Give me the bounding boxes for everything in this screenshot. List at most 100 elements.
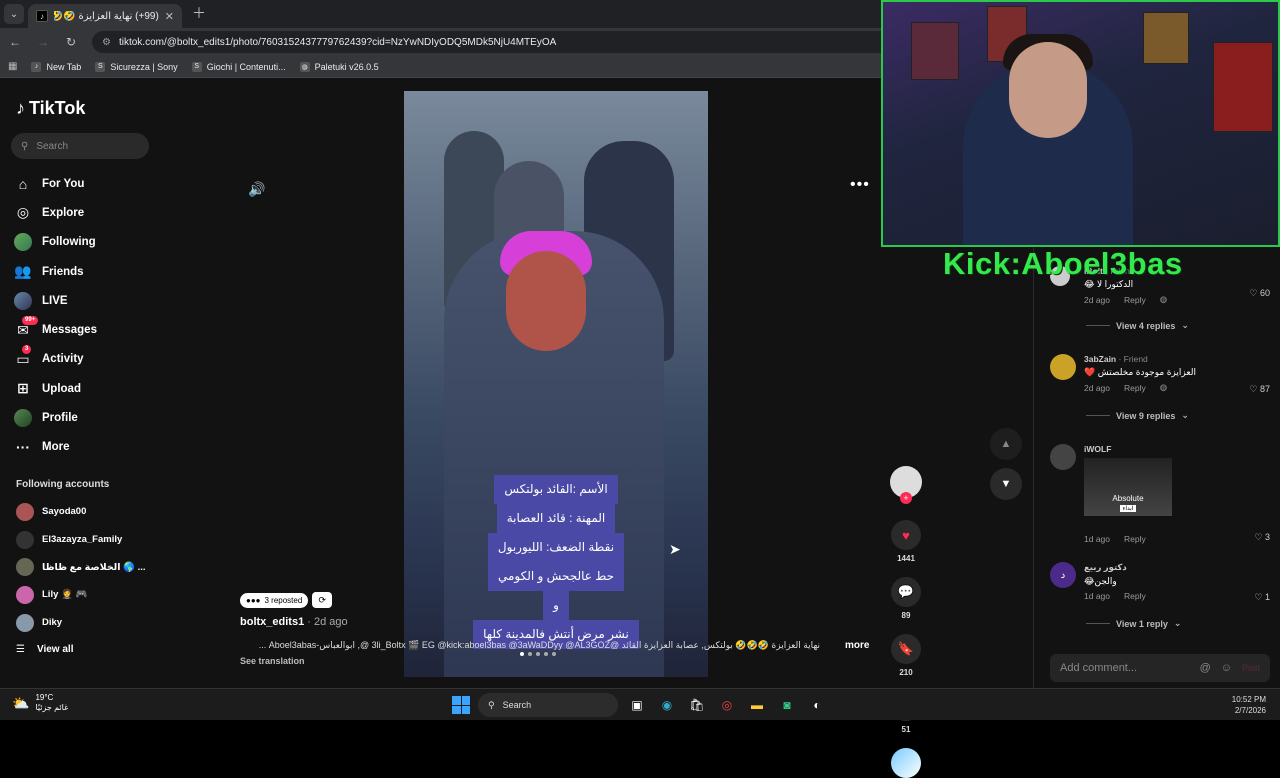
following-account[interactable]: Diky	[16, 609, 156, 637]
creator-avatar[interactable]: +	[890, 466, 922, 504]
following-accounts-title: Following accounts	[16, 479, 110, 490]
view-replies-button[interactable]: View 4 replies ⌄	[1086, 320, 1189, 331]
carousel-dot[interactable]	[552, 652, 556, 656]
reload-icon[interactable]: ↻	[64, 35, 78, 49]
see-translation-link[interactable]: See translation	[240, 656, 305, 666]
sony-bookmark-icon: S	[95, 61, 106, 72]
browser-tab[interactable]: ♪ (99+) نهاية العزايزة 🤣🤣🤣 القا ✕	[28, 4, 182, 28]
comment-like-button[interactable]: ♡ 87	[1249, 384, 1270, 395]
more-link[interactable]: more	[845, 640, 869, 651]
forward-icon[interactable]: →	[36, 35, 50, 49]
reply-button[interactable]: Reply	[1124, 295, 1146, 305]
post-time: · 2d ago	[304, 616, 348, 628]
sidebar-item-messages[interactable]: ✉ 99+ Messages	[14, 315, 154, 344]
taskbar-clock[interactable]: 10:52 PM 2/7/2026	[1232, 694, 1266, 716]
post-username[interactable]: boltx_edits1	[240, 616, 304, 628]
weather-widget[interactable]: ⛅ 19°C غائم جزئيًا	[12, 693, 68, 713]
bookmark-item[interactable]: ♪ New Tab	[31, 61, 81, 72]
comment-gif[interactable]: Absolute ابداء	[1084, 458, 1172, 516]
carousel-dot[interactable]	[520, 652, 524, 656]
comment-author[interactable]: 3abZain	[1084, 354, 1116, 364]
store-icon[interactable]: 🛍	[686, 694, 708, 716]
volume-icon[interactable]: 🔊	[248, 181, 265, 198]
chrome-icon[interactable]: ◎	[716, 694, 738, 716]
view-replies-button[interactable]: View 9 replies ⌄	[1086, 410, 1189, 421]
mention-icon[interactable]: @	[1200, 662, 1211, 674]
site-info-icon[interactable]: ⚙	[102, 37, 111, 48]
more-options-icon[interactable]: •••	[850, 176, 870, 194]
comment-author[interactable]: دكتور ربيع	[1084, 562, 1127, 572]
avatar	[16, 613, 34, 632]
sidebar-item-more[interactable]: ··· More	[14, 433, 154, 462]
task-view-icon[interactable]: ▣	[626, 694, 648, 716]
following-account[interactable]: الخلاصة مع ظاظا 🌎 ...	[16, 553, 156, 581]
search-input[interactable]: ⚲ Search	[11, 133, 149, 159]
sidebar-item-friends[interactable]: 👥 Friends	[14, 257, 154, 286]
view-replies-button[interactable]: View 1 reply ⌄	[1086, 618, 1181, 629]
follow-plus-icon[interactable]: +	[900, 492, 912, 504]
reply-button[interactable]: Reply	[1124, 534, 1146, 544]
sidebar-item-live[interactable]: LIVE	[14, 286, 154, 315]
sidebar-nav: ⌂ For You ◎ Explore Following 👥 Friends LIV…	[14, 169, 154, 462]
post-comment-button[interactable]: Post	[1242, 663, 1260, 673]
comment-button[interactable]: 💬	[891, 577, 921, 607]
profile-icon	[14, 409, 32, 428]
back-icon[interactable]: ←	[8, 35, 22, 49]
like-button[interactable]: ♥	[891, 520, 921, 550]
bookmark-item[interactable]: S Sicurezza | Sony	[95, 61, 178, 72]
bookmark-item[interactable]: ◍ Paletuki v26.0.5	[299, 61, 379, 72]
comment-author[interactable]: iWOLF	[1084, 444, 1111, 454]
creator-liked-icon: ◍	[1159, 294, 1168, 304]
comment-like-button[interactable]: ♡ 60	[1249, 288, 1270, 299]
close-tab-icon[interactable]: ✕	[165, 10, 174, 23]
wall-poster	[911, 22, 959, 80]
emoji-icon[interactable]: ☺	[1221, 662, 1232, 674]
comment-like-button[interactable]: ♡ 1	[1254, 592, 1270, 603]
view-all-following-link[interactable]: ☰ View all	[16, 644, 73, 655]
sidebar-item-following[interactable]: Following	[14, 228, 154, 257]
repost-icon[interactable]: ⟳	[312, 592, 333, 608]
following-account[interactable]: Lily 🤵 🎮	[16, 581, 156, 609]
avatar[interactable]: د	[1050, 562, 1076, 588]
file-explorer-icon[interactable]: ▬	[746, 694, 768, 716]
bookmark-button[interactable]: 🔖	[891, 634, 921, 664]
next-video-button[interactable]: ▼	[990, 468, 1022, 500]
app-icon[interactable]: ◐	[806, 694, 828, 716]
apps-grid-icon[interactable]: ▦	[8, 61, 17, 72]
bookmark-item[interactable]: S Giochi | Contenuti...	[191, 61, 286, 72]
carousel-dot[interactable]	[544, 652, 548, 656]
sidebar-item-profile[interactable]: Profile	[14, 403, 154, 432]
reply-button[interactable]: Reply	[1124, 383, 1146, 393]
taskbar-search[interactable]: ⚲ Search	[478, 693, 618, 717]
avatar	[16, 502, 34, 521]
new-tab-button[interactable]: ＋	[192, 3, 206, 23]
windows-start-icon[interactable]	[452, 696, 470, 714]
discord-icon[interactable]: ◙	[776, 694, 798, 716]
sidebar-item-upload[interactable]: ⊞ Upload	[14, 374, 154, 403]
previous-video-button[interactable]: ▲	[990, 428, 1022, 460]
avatar[interactable]	[1050, 354, 1076, 380]
sound-disc-icon[interactable]	[891, 748, 921, 778]
reposted-pill[interactable]: ●●● 3 reposted	[240, 592, 309, 608]
comment-like-button[interactable]: ♡ 3	[1254, 532, 1270, 543]
more-icon: ···	[16, 439, 30, 456]
post-author-block: ●●● 3 reposted ⟳ boltx_edits1 · 2d ago	[240, 592, 348, 628]
sidebar-item-for-you[interactable]: ⌂ For You	[14, 169, 154, 198]
carousel-dot[interactable]	[528, 652, 532, 656]
following-account[interactable]: El3azayza_Family	[16, 526, 156, 554]
sidebar-item-explore[interactable]: ◎ Explore	[14, 198, 154, 227]
home-icon: ⌂	[18, 175, 28, 192]
share-count: 51	[901, 725, 911, 734]
repost-avatars-icon: ●●●	[246, 595, 261, 605]
taskbar-apps: ⚲ Search ▣ ◉ 🛍 ◎ ▬ ◙ ◐	[452, 693, 828, 717]
edge-icon[interactable]: ◉	[656, 694, 678, 716]
add-comment-input[interactable]: Add comment... @ ☺ Post	[1050, 654, 1270, 682]
carousel-dot[interactable]	[536, 652, 540, 656]
tiktok-logo[interactable]: ♪ TikTok	[16, 98, 85, 119]
sidebar-item-activity[interactable]: ▭ 3 Activity	[14, 345, 154, 374]
tab-search-button[interactable]: ⌄	[4, 4, 24, 24]
reply-button[interactable]: Reply	[1124, 591, 1146, 601]
following-account[interactable]: Sayoda00	[16, 498, 156, 526]
avatar[interactable]	[1050, 444, 1076, 470]
mouse-cursor-icon: ➤	[669, 541, 681, 557]
